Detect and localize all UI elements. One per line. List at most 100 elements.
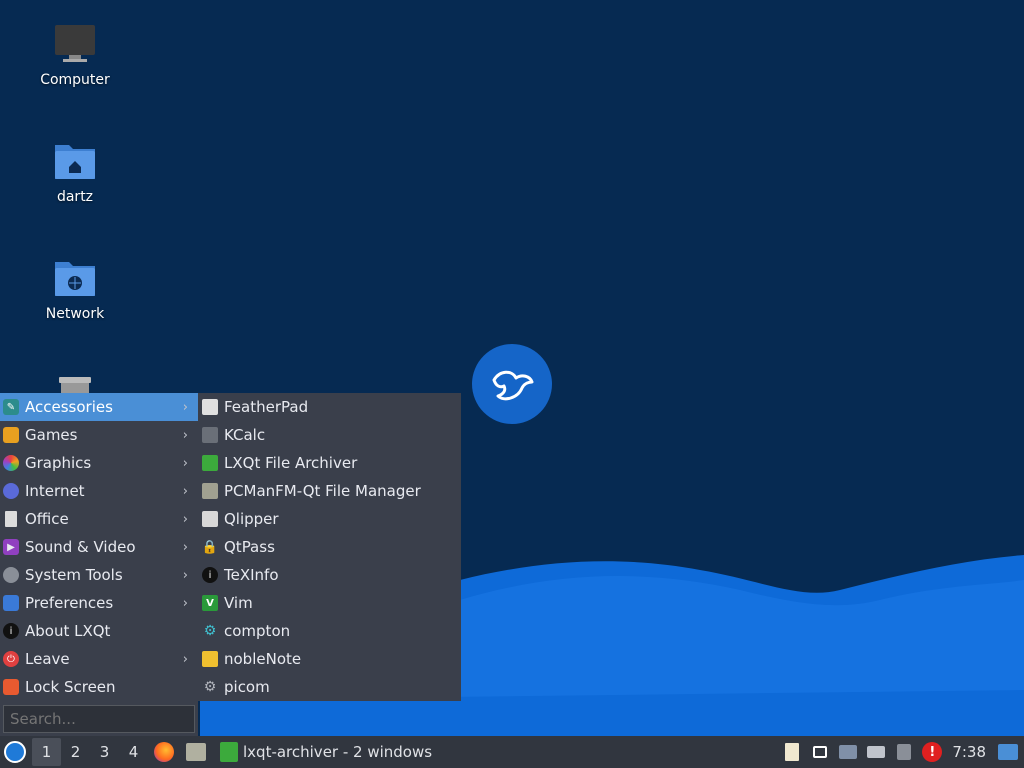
menu-item-leave[interactable]: ⏻ Leave ›	[0, 645, 198, 673]
submenu-item-label: TeXInfo	[224, 566, 279, 584]
system-tray: ! 7:38	[778, 736, 1024, 768]
menu-item-preferences[interactable]: Preferences ›	[0, 589, 198, 617]
file-manager-launcher[interactable]	[182, 738, 210, 766]
system-tools-icon	[3, 567, 19, 583]
chevron-right-icon: ›	[182, 483, 188, 499]
gear-icon: ⚙	[203, 679, 217, 695]
chevron-right-icon: ›	[182, 399, 188, 415]
vim-icon: V	[202, 595, 218, 611]
update-alert-icon[interactable]: !	[922, 742, 943, 762]
menu-item-label: Lock Screen	[25, 678, 116, 696]
submenu-item-noblenote[interactable]: nobleNote	[198, 645, 461, 673]
submenu-item-qtpass[interactable]: 🔒 QtPass	[198, 533, 461, 561]
screen-icon[interactable]	[810, 742, 830, 762]
eject-icon[interactable]	[894, 742, 914, 762]
desktop-icon-label: Network	[45, 306, 105, 322]
submenu-item-label: compton	[224, 622, 291, 640]
clipboard-icon[interactable]	[782, 742, 802, 762]
firefox-icon	[154, 742, 174, 762]
menu-item-accessories[interactable]: ✎ Accessories ›	[0, 393, 198, 421]
lubuntu-logo	[472, 344, 552, 424]
file-manager-icon	[186, 743, 206, 761]
menu-item-internet[interactable]: Internet ›	[0, 477, 198, 505]
keyboard-icon[interactable]	[866, 742, 886, 762]
menu-item-office[interactable]: Office ›	[0, 505, 198, 533]
clock[interactable]: 7:38	[952, 743, 986, 761]
archiver-icon	[202, 455, 218, 471]
submenu-item-pcmanfm-qt[interactable]: PCManFM-Qt File Manager	[198, 477, 461, 505]
accessories-icon: ✎	[3, 399, 19, 415]
desktop-icon-label: dartz	[56, 189, 94, 205]
taskbar: 1 2 3 4 lxqt-archiver - 2 windows ! 7:38	[0, 736, 1024, 768]
show-desktop-icon[interactable]	[998, 742, 1018, 762]
submenu-item-featherpad[interactable]: FeatherPad	[198, 393, 461, 421]
menu-item-label: About LXQt	[25, 622, 111, 640]
menu-item-label: Leave	[25, 650, 70, 668]
submenu-item-label: Qlipper	[224, 510, 279, 528]
submenu-item-kcalc[interactable]: KCalc	[198, 421, 461, 449]
accessories-submenu: FeatherPad KCalc LXQt File Archiver PCMa…	[198, 393, 461, 701]
submenu-item-compton[interactable]: ⚙ compton	[198, 617, 461, 645]
lock-icon	[3, 679, 19, 695]
desktop-icon-computer[interactable]: Computer	[15, 22, 135, 88]
menu-search-input[interactable]	[3, 705, 195, 733]
featherpad-icon	[202, 399, 218, 415]
submenu-item-lxqt-file-archiver[interactable]: LXQt File Archiver	[198, 449, 461, 477]
menu-item-lock-screen[interactable]: Lock Screen	[0, 673, 198, 701]
desktop-1-button[interactable]: 1	[32, 738, 61, 766]
info-icon: i	[202, 567, 218, 583]
submenu-item-label: KCalc	[224, 426, 266, 444]
submenu-item-texinfo[interactable]: i TeXInfo	[198, 561, 461, 589]
menu-item-system-tools[interactable]: System Tools ›	[0, 561, 198, 589]
desktop-2-button[interactable]: 2	[61, 738, 90, 766]
start-menu-button[interactable]	[0, 736, 30, 768]
chevron-right-icon: ›	[182, 651, 188, 667]
info-icon: i	[3, 623, 19, 639]
menu-item-label: Office	[25, 510, 69, 528]
menu-item-graphics[interactable]: Graphics ›	[0, 449, 198, 477]
notification-icon[interactable]	[838, 742, 858, 762]
taskbar-window-group[interactable]: lxqt-archiver - 2 windows	[216, 736, 436, 768]
menu-item-label: Sound & Video	[25, 538, 136, 556]
window-group-label: lxqt-archiver - 2 windows	[243, 743, 433, 761]
submenu-item-label: PCManFM-Qt File Manager	[224, 482, 421, 500]
password-icon: 🔒	[201, 539, 219, 555]
submenu-item-picom[interactable]: ⚙ picom	[198, 673, 461, 701]
firefox-launcher[interactable]	[150, 738, 178, 766]
chevron-right-icon: ›	[182, 455, 188, 471]
power-icon: ⏻	[3, 651, 19, 667]
menu-item-label: Preferences	[25, 594, 114, 612]
desktop-4-button[interactable]: 4	[119, 738, 148, 766]
chevron-right-icon: ›	[182, 427, 188, 443]
desktop-icon-label: Computer	[40, 72, 110, 88]
menu-item-label: System Tools	[25, 566, 123, 584]
clipboard-icon	[202, 511, 218, 527]
calculator-icon	[202, 427, 218, 443]
submenu-item-qlipper[interactable]: Qlipper	[198, 505, 461, 533]
archiver-icon	[220, 742, 238, 762]
network-folder-icon	[53, 256, 97, 300]
menu-item-games[interactable]: Games ›	[0, 421, 198, 449]
menu-item-label: Graphics	[25, 454, 92, 472]
games-icon	[3, 427, 19, 443]
desktop-icon-home[interactable]: dartz	[15, 139, 135, 205]
desktop-3-button[interactable]: 3	[90, 738, 119, 766]
note-icon	[202, 651, 218, 667]
home-folder-icon	[53, 139, 97, 183]
submenu-item-label: FeatherPad	[224, 398, 309, 416]
sound-video-icon: ▶	[3, 539, 19, 555]
chevron-right-icon: ›	[182, 567, 188, 583]
desktop-switcher: 1 2 3 4	[32, 738, 148, 766]
desktop-icon-network[interactable]: Network	[15, 256, 135, 322]
submenu-item-label: nobleNote	[224, 650, 302, 668]
monitor-icon	[53, 22, 97, 66]
menu-item-label: Accessories	[25, 398, 113, 416]
chevron-right-icon: ›	[182, 511, 188, 527]
application-menu: ✎ Accessories › Games › Graphics › Inter…	[0, 393, 198, 736]
submenu-item-label: QtPass	[224, 538, 275, 556]
chevron-right-icon: ›	[182, 595, 188, 611]
submenu-item-label: LXQt File Archiver	[224, 454, 358, 472]
menu-item-sound-video[interactable]: ▶ Sound & Video ›	[0, 533, 198, 561]
submenu-item-vim[interactable]: V Vim	[198, 589, 461, 617]
menu-item-about-lxqt[interactable]: i About LXQt	[0, 617, 198, 645]
